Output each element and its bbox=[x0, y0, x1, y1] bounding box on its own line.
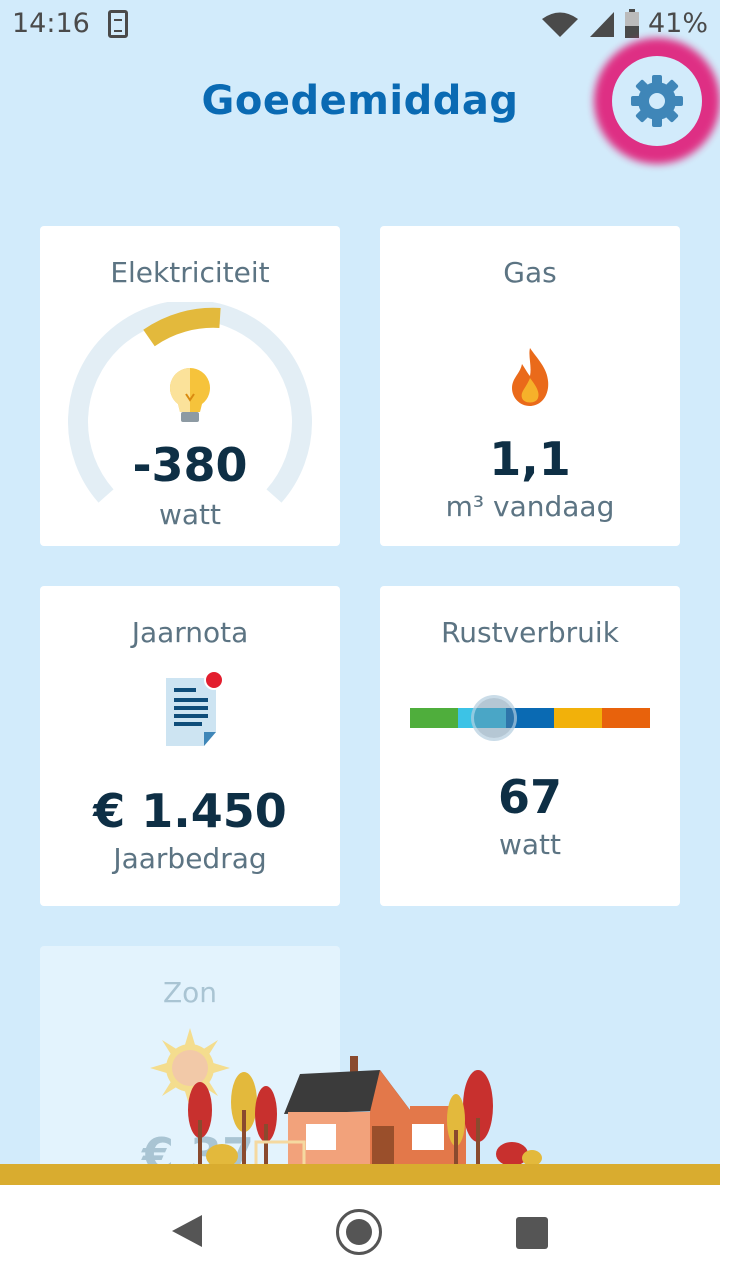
android-nav-bar bbox=[0, 1185, 756, 1280]
scale-segment bbox=[554, 708, 602, 728]
ground-strip bbox=[0, 1164, 720, 1185]
home-icon[interactable] bbox=[336, 1209, 382, 1255]
app-screen: 14:16 41% Goedemiddag Elektriciteit -380… bbox=[0, 0, 720, 1185]
gas-card[interactable]: Gas 1,1 m³ vandaag bbox=[380, 226, 680, 546]
electricity-card[interactable]: Elektriciteit -380 watt bbox=[40, 226, 340, 546]
annual-bill-title: Jaarnota bbox=[131, 616, 249, 649]
signal-icon bbox=[589, 11, 614, 37]
document-icon bbox=[166, 670, 224, 746]
battery-percent: 41% bbox=[647, 8, 708, 39]
lightbulb-icon bbox=[170, 368, 210, 422]
base-load-marker bbox=[474, 698, 514, 738]
base-load-title: Rustverbruik bbox=[441, 616, 619, 649]
sync-icon bbox=[108, 10, 128, 38]
gas-value: 1,1 bbox=[489, 432, 571, 486]
annual-bill-card[interactable]: Jaarnota € 1.450 Jaarbedrag bbox=[40, 586, 340, 906]
back-icon[interactable] bbox=[170, 1213, 204, 1249]
electricity-title: Elektriciteit bbox=[110, 256, 270, 289]
notification-dot bbox=[204, 670, 224, 690]
solar-title: Zon bbox=[162, 976, 218, 1009]
electricity-value: -380 bbox=[132, 438, 248, 492]
house-illustration bbox=[188, 1056, 542, 1168]
base-load-scale bbox=[410, 708, 650, 728]
annual-bill-value: € 1.450 bbox=[93, 784, 287, 838]
base-load-card[interactable]: Rustverbruik 67 watt bbox=[380, 586, 680, 906]
scale-segment bbox=[410, 708, 458, 728]
annual-bill-unit: Jaarbedrag bbox=[113, 842, 267, 875]
base-load-value: 67 bbox=[497, 770, 562, 824]
scale-segment bbox=[602, 708, 650, 728]
wifi-icon bbox=[541, 12, 578, 37]
status-icons: 41% bbox=[540, 8, 708, 39]
gas-title: Gas bbox=[503, 256, 557, 289]
flame-icon bbox=[512, 348, 549, 406]
recent-apps-icon[interactable] bbox=[516, 1217, 548, 1249]
gas-unit: m³ vandaag bbox=[445, 490, 615, 523]
gear-icon bbox=[631, 75, 683, 127]
status-bar: 14:16 41% bbox=[0, 0, 720, 52]
electricity-unit: watt bbox=[158, 498, 221, 531]
status-time: 14:16 bbox=[12, 8, 90, 39]
settings-button[interactable] bbox=[626, 70, 688, 132]
battery-icon bbox=[624, 8, 639, 38]
base-load-unit: watt bbox=[498, 828, 561, 861]
